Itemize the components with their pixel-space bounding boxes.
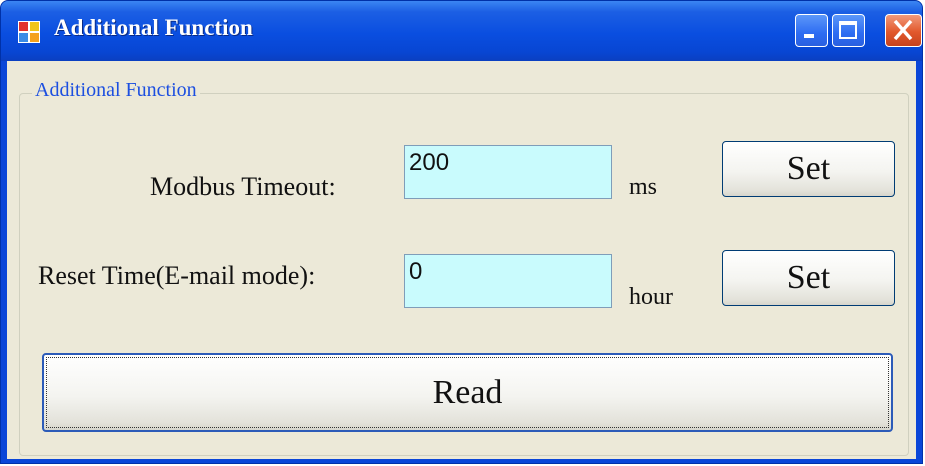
maximize-icon: [839, 21, 857, 39]
close-button[interactable]: [885, 14, 922, 47]
set-modbus-timeout-button[interactable]: Set: [722, 141, 895, 197]
minimize-icon: [804, 34, 814, 38]
dialog-client-area: Additional Function Modbus Timeout: 200 …: [7, 61, 916, 459]
dialog-window: Additional Function Additional Function …: [0, 0, 923, 464]
reset-time-label: Reset Time(E-mail mode):: [38, 261, 316, 290]
modbus-timeout-unit: ms: [629, 174, 658, 200]
title-bar[interactable]: Additional Function: [1, 1, 922, 61]
window-app-icon: [18, 21, 40, 43]
maximize-button[interactable]: [832, 14, 865, 47]
reset-time-input[interactable]: 0: [404, 254, 612, 308]
modbus-timeout-label: Modbus Timeout:: [150, 172, 336, 201]
modbus-timeout-input[interactable]: 200: [404, 145, 612, 199]
close-icon: [893, 19, 913, 41]
groupbox-title: Additional Function: [32, 79, 200, 102]
read-button[interactable]: Read: [42, 353, 893, 432]
minimize-button[interactable]: [795, 14, 828, 47]
window-title: Additional Function: [54, 15, 253, 40]
reset-time-unit: hour: [629, 284, 673, 310]
set-reset-time-button[interactable]: Set: [722, 250, 895, 306]
